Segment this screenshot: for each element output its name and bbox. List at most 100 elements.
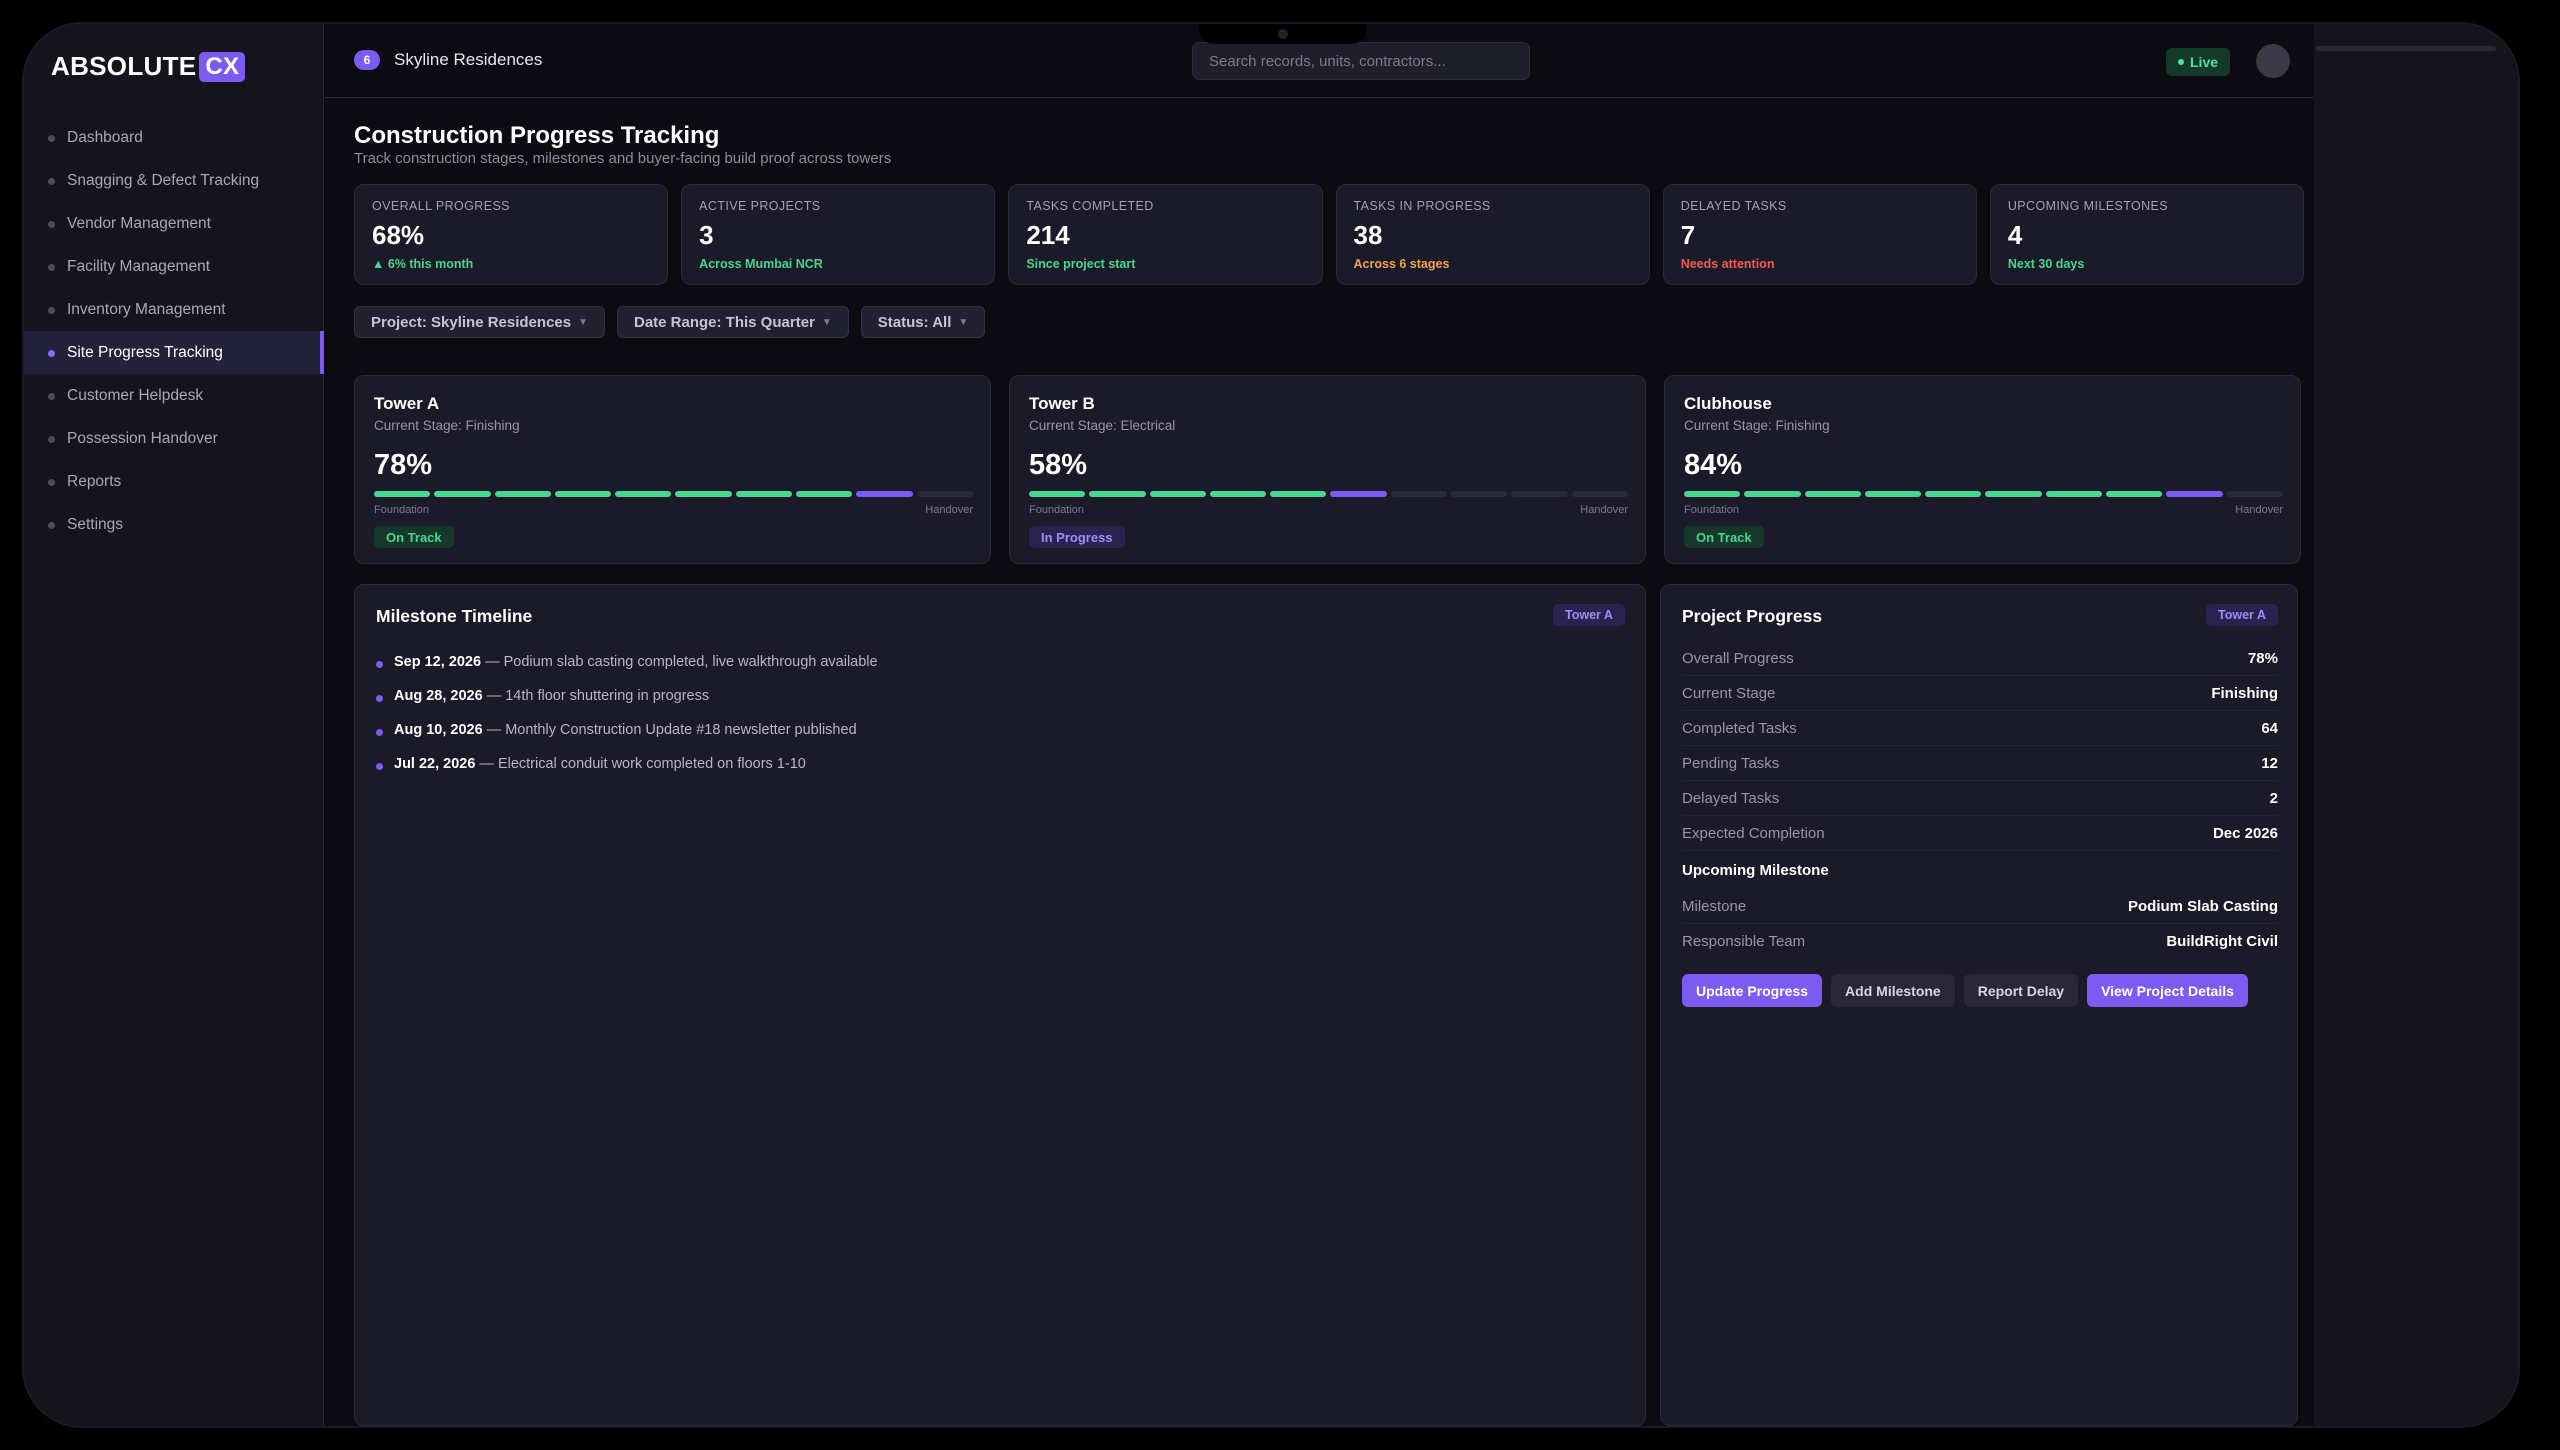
stat-subtext: ▲ 6% this month: [372, 257, 474, 271]
stage-segment: [675, 491, 732, 497]
stage-segment: [1744, 491, 1801, 497]
stat-value: 3: [699, 220, 714, 250]
project-filter-dropdown[interactable]: Project: Skyline Residences ▼: [354, 306, 605, 338]
stage-end-label: Handover: [1580, 504, 1628, 516]
stage-segment: [2045, 491, 2103, 497]
stage-segment: [1209, 491, 1267, 497]
detail-key: Completed Tasks: [1682, 719, 1797, 737]
sidebar-item-label: Possession Handover: [67, 429, 218, 447]
search-input[interactable]: [1192, 42, 1530, 80]
avatar[interactable]: [2256, 44, 2290, 78]
stage-segment: [916, 491, 973, 497]
tower-name: Tower B: [1029, 394, 1095, 413]
list-item[interactable]: Jul 22, 2026— Electrical conduit work co…: [376, 747, 878, 781]
nav-dot-icon: [48, 264, 55, 271]
tower-tag: Tower A: [1553, 604, 1625, 626]
upcoming-milestone-heading: Upcoming Milestone: [1682, 861, 1829, 879]
stage-progress-bar: [374, 491, 973, 497]
sidebar-item-label: Customer Helpdesk: [67, 386, 204, 404]
tower-card-tower-a[interactable]: Tower A Current Stage: Finishing 78% Fou…: [354, 375, 991, 564]
tablet-frame: ABSOLUTE CX Dashboard Snagging & Defect …: [22, 22, 2520, 1428]
stat-card-tasks-in-progress: TASKS IN PROGRESS 38 Across 6 stages: [1335, 184, 1650, 285]
view-project-details-button[interactable]: View Project Details: [2087, 974, 2248, 1007]
stage-segment: [1029, 491, 1086, 497]
list-item[interactable]: Aug 10, 2026— Monthly Construction Updat…: [376, 713, 878, 747]
detail-row: Current Stage Finishing: [1682, 676, 2278, 711]
sidebar-item-vendor[interactable]: Vendor Management: [24, 202, 324, 245]
tower-card-tower-b[interactable]: Tower B Current Stage: Electrical 58% Fo…: [1009, 375, 1646, 564]
stat-label: UPCOMING MILESTONES: [2007, 199, 2169, 213]
brand-suffix: CX: [199, 51, 246, 82]
update-progress-button[interactable]: Update Progress: [1682, 974, 1823, 1007]
project-progress-panel: Project Progress Tower A Overall Progres…: [1660, 584, 2298, 1426]
tower-stage: Current Stage: Finishing: [1684, 418, 1830, 433]
side-panel-strip: [2314, 24, 2518, 1426]
stat-card-overall-progress: OVERALL PROGRESS 68% ▲ 6% this month: [354, 184, 669, 285]
detail-key: Responsible Team: [1682, 933, 1806, 950]
sidebar-item-label: Settings: [67, 515, 124, 533]
sidebar-item-possession[interactable]: Possession Handover: [24, 417, 324, 460]
stats-row: OVERALL PROGRESS 68% ▲ 6% this month ACT…: [354, 184, 2305, 285]
detail-value: Finishing: [2211, 684, 2278, 702]
report-delay-button[interactable]: Report Delay: [1963, 974, 2079, 1007]
project-switcher[interactable]: Skyline Residences: [394, 50, 542, 70]
sidebar-item-snagging[interactable]: Snagging & Defect Tracking: [24, 159, 324, 202]
stage-range-labels: Foundation Handover: [1684, 504, 2283, 516]
detail-row: Overall Progress 78%: [1682, 641, 2278, 676]
stage-segment: [1149, 491, 1206, 497]
sidebar-item-helpdesk[interactable]: Customer Helpdesk: [24, 374, 324, 417]
tower-stage: Current Stage: Finishing: [374, 418, 520, 433]
stat-subtext: Needs attention: [1680, 257, 1775, 271]
stage-segment: [1684, 491, 1741, 497]
milestone-dot-icon: [376, 661, 383, 668]
detail-value: 64: [2261, 719, 2278, 737]
sidebar-item-dashboard[interactable]: Dashboard: [24, 116, 324, 159]
stat-subtext: Next 30 days: [2007, 257, 2085, 271]
stage-segment: [796, 491, 853, 497]
stage-progress-bar: [1029, 491, 1628, 497]
nav-dot-icon: [48, 522, 55, 529]
sidebar-item-settings[interactable]: Settings: [24, 503, 324, 546]
stage-segment: [1925, 491, 1982, 497]
nav-dot-icon: [48, 436, 55, 443]
milestone-text: — Podium slab casting completed, live wa…: [485, 654, 878, 670]
nav-dot-icon: [48, 135, 55, 142]
stage-segment: [1089, 491, 1146, 497]
date-range-filter-dropdown[interactable]: Date Range: This Quarter ▼: [617, 306, 849, 338]
detail-row: Expected Completion Dec 2026: [1682, 816, 2278, 851]
sidebar-item-site-progress[interactable]: Site Progress Tracking: [24, 331, 324, 374]
milestone-list: Sep 12, 2026— Podium slab casting comple…: [376, 645, 878, 781]
add-milestone-button[interactable]: Add Milestone: [1831, 974, 1955, 1007]
sidebar-item-inventory[interactable]: Inventory Management: [24, 288, 324, 331]
tower-name: Tower A: [374, 394, 440, 413]
tower-cards: Tower A Current Stage: Finishing 78% Fou…: [354, 375, 2301, 564]
stat-label: TASKS IN PROGRESS: [1353, 199, 1491, 213]
stat-value: 38: [1353, 220, 1383, 250]
stage-segment: [1511, 491, 1568, 497]
detail-row: Pending Tasks 12: [1682, 746, 2278, 781]
progress-details: Overall Progress 78% Current Stage Finishi…: [1682, 641, 2278, 1007]
list-item[interactable]: Aug 28, 2026— 14th floor shuttering in p…: [376, 679, 878, 713]
stat-card-active-projects: ACTIVE PROJECTS 3 Across Mumbai NCR: [681, 184, 996, 285]
live-status-badge: Live: [2166, 48, 2231, 76]
sidebar-item-facility[interactable]: Facility Management: [24, 245, 324, 288]
milestone-dot-icon: [376, 763, 383, 770]
stage-segment: [2106, 491, 2163, 497]
tower-name: Clubhouse: [1684, 394, 1772, 413]
detail-value: 12: [2261, 754, 2278, 772]
scrollbar[interactable]: [2316, 46, 2496, 51]
list-item[interactable]: Sep 12, 2026— Podium slab casting comple…: [376, 645, 878, 679]
milestone-timeline-panel: Milestone Timeline Tower A Sep 12, 2026—…: [354, 584, 1646, 1426]
sidebar-item-reports[interactable]: Reports: [24, 460, 324, 503]
status-badge: On Track: [1684, 526, 1764, 548]
tower-card-clubhouse[interactable]: Clubhouse Current Stage: Finishing 84% F…: [1664, 375, 2301, 564]
nav-dot-icon: [48, 221, 55, 228]
brand-logo[interactable]: ABSOLUTE CX: [51, 51, 246, 82]
status-filter-dropdown[interactable]: Status: All ▼: [860, 306, 986, 338]
detail-key: Expected Completion: [1682, 824, 1825, 842]
milestone-date: Jul 22, 2026: [394, 756, 476, 772]
milestone-dot-icon: [376, 729, 383, 736]
stage-segment: [1330, 491, 1387, 497]
detail-key: Delayed Tasks: [1682, 789, 1780, 807]
tower-percent: 84%: [1684, 449, 1743, 481]
